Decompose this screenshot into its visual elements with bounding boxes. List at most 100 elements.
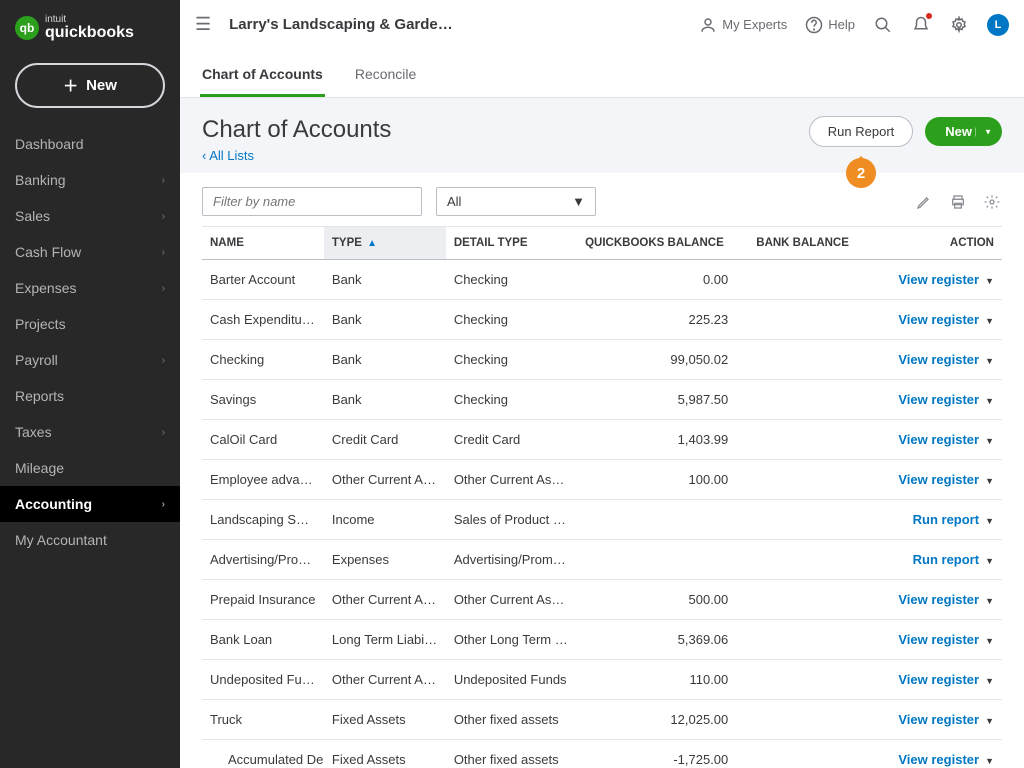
cell-type: Bank <box>324 300 446 340</box>
view-register-link[interactable]: View register <box>898 592 979 607</box>
new-account-button[interactable]: New <box>925 117 1002 146</box>
chevron-right-icon: › <box>162 499 165 510</box>
action-dropdown-icon[interactable]: ▼ <box>985 676 994 686</box>
chevron-right-icon: › <box>162 427 165 438</box>
cell-type: Credit Card <box>324 420 446 460</box>
user-avatar[interactable]: L <box>987 14 1009 36</box>
company-name[interactable]: Larry's Landscaping & Garde… <box>229 16 453 33</box>
settings-gear-icon[interactable] <box>949 15 969 35</box>
col-action-header[interactable]: ACTION <box>871 227 1002 260</box>
sidebar-item-label: Dashboard <box>15 136 84 152</box>
action-dropdown-icon[interactable]: ▼ <box>985 516 994 526</box>
view-register-link[interactable]: View register <box>898 312 979 327</box>
type-filter-select[interactable]: All ▼ <box>436 187 596 216</box>
notification-dot <box>926 13 932 19</box>
sidebar-item-payroll[interactable]: Payroll› <box>0 342 180 378</box>
tab-reconcile[interactable]: Reconcile <box>353 50 418 97</box>
sidebar-item-accounting[interactable]: Accounting› <box>0 486 180 522</box>
table-row: Landscaping ServicesIncomeSales of Produ… <box>202 500 1002 540</box>
run-report-button[interactable]: Run Report <box>809 116 913 147</box>
run-report-link[interactable]: Run report <box>913 552 979 567</box>
col-detail-header[interactable]: DETAIL TYPE <box>446 227 577 260</box>
col-bank-balance-header[interactable]: BANK BALANCE <box>748 227 870 260</box>
view-register-link[interactable]: View register <box>898 752 979 767</box>
action-dropdown-icon[interactable]: ▼ <box>985 316 994 326</box>
cell-detail: Checking <box>446 340 577 380</box>
action-dropdown-icon[interactable]: ▼ <box>985 436 994 446</box>
action-dropdown-icon[interactable]: ▼ <box>985 476 994 486</box>
action-dropdown-icon[interactable]: ▼ <box>985 356 994 366</box>
cell-qb-balance <box>577 540 748 580</box>
help-link[interactable]: Help <box>805 16 855 34</box>
cell-type: Income <box>324 500 446 540</box>
action-dropdown-icon[interactable]: ▼ <box>985 636 994 646</box>
action-dropdown-icon[interactable]: ▼ <box>985 396 994 406</box>
tab-chart-of-accounts[interactable]: Chart of Accounts <box>200 50 325 97</box>
sidebar-item-taxes[interactable]: Taxes › <box>0 414 180 450</box>
sidebar-item-label: Cash Flow <box>15 244 81 260</box>
cell-detail: Checking <box>446 300 577 340</box>
cell-name: CalOil Card <box>202 420 324 460</box>
cell-type: Bank <box>324 260 446 300</box>
chevron-down-icon: ▼ <box>572 194 585 209</box>
cell-name: Employee advances <box>202 460 324 500</box>
col-type-header[interactable]: TYPE ▲ <box>324 227 446 260</box>
my-experts-link[interactable]: My Experts <box>699 16 787 34</box>
cell-bank-balance <box>748 260 870 300</box>
new-button[interactable]: ＋ New <box>15 63 165 108</box>
cell-action: Run report ▼ <box>871 540 1002 580</box>
action-dropdown-icon[interactable]: ▼ <box>985 556 994 566</box>
cell-name: Savings <box>202 380 324 420</box>
cell-type: Fixed Assets <box>324 700 446 740</box>
cell-qb-balance: 110.00 <box>577 660 748 700</box>
sidebar-item-label: Projects <box>15 316 66 332</box>
new-button-label: New <box>86 77 117 94</box>
sidebar-item-sales[interactable]: Sales› <box>0 198 180 234</box>
table-settings-gear-icon[interactable] <box>982 192 1002 212</box>
my-experts-label: My Experts <box>722 17 787 32</box>
cell-bank-balance <box>748 700 870 740</box>
chevron-right-icon: › <box>162 175 165 186</box>
search-icon[interactable] <box>873 15 893 35</box>
filter-by-name-input[interactable] <box>202 187 422 216</box>
run-report-link[interactable]: Run report <box>913 512 979 527</box>
edit-pencil-icon[interactable] <box>914 192 934 212</box>
cell-detail: Other fixed assets <box>446 740 577 768</box>
action-dropdown-icon[interactable]: ▼ <box>985 756 994 766</box>
col-qb-balance-header[interactable]: QUICKBOOKS BALANCE <box>577 227 748 260</box>
chevron-right-icon: › <box>162 355 165 366</box>
sidebar-item-projects[interactable]: Projects <box>0 306 180 342</box>
print-icon[interactable] <box>948 192 968 212</box>
cell-detail: Checking <box>446 380 577 420</box>
back-all-lists-link[interactable]: ‹ All Lists <box>202 148 391 163</box>
sidebar-item-banking[interactable]: Banking› <box>0 162 180 198</box>
sidebar-item-expenses[interactable]: Expenses› <box>0 270 180 306</box>
view-register-link[interactable]: View register <box>898 432 979 447</box>
action-dropdown-icon[interactable]: ▼ <box>985 276 994 286</box>
nav-list: DashboardBanking›Sales›Cash Flow›Expense… <box>0 126 180 558</box>
hamburger-icon[interactable]: ☰ <box>195 14 211 35</box>
col-name-header[interactable]: NAME <box>202 227 324 260</box>
view-register-link[interactable]: View register <box>898 352 979 367</box>
view-register-link[interactable]: View register <box>898 392 979 407</box>
action-dropdown-icon[interactable]: ▼ <box>985 596 994 606</box>
cell-action: View register ▼ <box>871 420 1002 460</box>
sidebar-item-reports[interactable]: Reports <box>0 378 180 414</box>
notifications-icon[interactable] <box>911 15 931 35</box>
view-register-link[interactable]: View register <box>898 672 979 687</box>
sidebar-item-mileage[interactable]: Mileage <box>0 450 180 486</box>
sidebar-item-label: Taxes <box>15 424 52 440</box>
sidebar-item-dashboard[interactable]: Dashboard <box>0 126 180 162</box>
plus-icon: ＋ <box>63 75 78 96</box>
sidebar-item-cash-flow[interactable]: Cash Flow› <box>0 234 180 270</box>
cell-detail: Credit Card <box>446 420 577 460</box>
view-register-link[interactable]: View register <box>898 272 979 287</box>
sidebar-item-my-accountant[interactable]: My Accountant <box>0 522 180 558</box>
cell-qb-balance: 5,369.06 <box>577 620 748 660</box>
cell-name: Landscaping Services <box>202 500 324 540</box>
cell-name: Cash Expenditures <box>202 300 324 340</box>
action-dropdown-icon[interactable]: ▼ <box>985 716 994 726</box>
view-register-link[interactable]: View register <box>898 712 979 727</box>
view-register-link[interactable]: View register <box>898 632 979 647</box>
view-register-link[interactable]: View register <box>898 472 979 487</box>
